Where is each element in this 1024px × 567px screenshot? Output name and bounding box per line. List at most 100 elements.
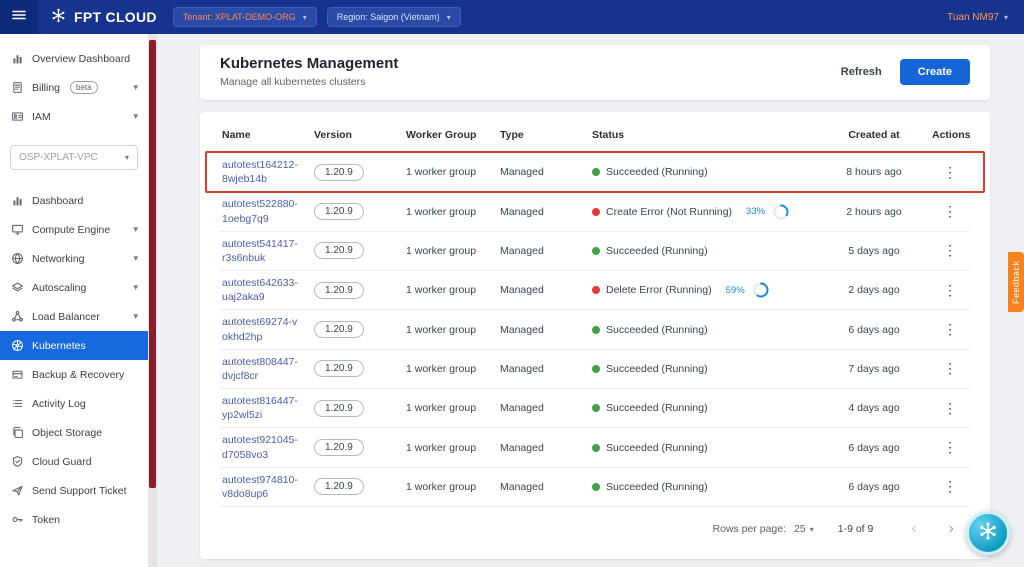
- sidebar-item-cloud-guard[interactable]: Cloud Guard: [0, 447, 148, 476]
- cell-created-at: 6 days ago: [818, 437, 930, 459]
- row-actions-button[interactable]: ⋮: [935, 401, 965, 415]
- cell-actions: ⋮: [930, 278, 970, 303]
- rows-per-page-value: 25: [794, 523, 806, 535]
- cluster-name-link[interactable]: autotest974810-v8do8up6: [222, 473, 310, 501]
- cell-actions: ⋮: [930, 317, 970, 342]
- vpc-select[interactable]: OSP-XPLAT-VPC ▾: [10, 145, 138, 170]
- cell-status: Create Error (Not Running)33%: [590, 199, 818, 225]
- cluster-name-link[interactable]: autotest921045-d7058vo3: [222, 433, 310, 461]
- rows-per-page-select[interactable]: 25 ▾: [794, 523, 814, 535]
- ai-assistant-button[interactable]: [966, 511, 1010, 555]
- cell-actions: ⋮: [930, 199, 970, 224]
- sidebar-item-object-storage[interactable]: Object Storage: [0, 418, 148, 447]
- sidebar-item-label: Overview Dashboard: [32, 53, 130, 65]
- feedback-tab[interactable]: Feedback: [1008, 252, 1024, 312]
- status-text: Succeeded (Running): [606, 324, 708, 336]
- cell-worker-group: 1 worker group: [404, 240, 498, 262]
- cell-version: 1.20.9: [312, 434, 404, 461]
- sidebar-item-billing[interactable]: Billingbeta▾: [0, 73, 148, 102]
- cell-name: autotest642633-uaj2aka9: [220, 271, 312, 309]
- row-actions-button[interactable]: ⋮: [935, 243, 965, 257]
- status-text: Succeeded (Running): [606, 442, 708, 454]
- receipt-icon: [10, 81, 24, 94]
- cluster-name-link[interactable]: autotest541417-r3s6nbuk: [222, 237, 310, 265]
- cell-type: Managed: [498, 161, 590, 183]
- scrollbar-thumb[interactable]: [149, 40, 156, 488]
- cell-status: Succeeded (Running): [590, 397, 818, 419]
- sidebar-item-overview-dashboard[interactable]: Overview Dashboard: [0, 44, 148, 73]
- cell-created-at: 6 days ago: [818, 319, 930, 341]
- page-title: Kubernetes Management: [220, 55, 398, 72]
- cell-status: Succeeded (Running): [590, 437, 818, 459]
- sidebar-item-autoscaling[interactable]: Autoscaling▾: [0, 273, 148, 302]
- column-header-type: Type: [498, 116, 590, 152]
- row-actions-button[interactable]: ⋮: [935, 322, 965, 336]
- cell-status: Succeeded (Running): [590, 240, 818, 262]
- cell-actions: ⋮: [930, 435, 970, 460]
- row-actions-button[interactable]: ⋮: [935, 165, 965, 179]
- row-actions-button[interactable]: ⋮: [935, 361, 965, 375]
- tenant-select[interactable]: Tenant: XPLAT-DEMO-ORG ▾: [173, 7, 317, 27]
- table-row: autotest808447-dvjcf8cr1.20.91 worker gr…: [220, 350, 970, 389]
- version-badge: 1.20.9: [314, 164, 364, 181]
- sidebar-item-send-support-ticket[interactable]: Send Support Ticket: [0, 476, 148, 505]
- create-button[interactable]: Create: [900, 59, 970, 85]
- sidebar-item-label: Dashboard: [32, 195, 83, 207]
- table-row: autotest69274-vokhd2hp1.20.91 worker gro…: [220, 310, 970, 349]
- sidebar-item-kubernetes[interactable]: Kubernetes: [0, 331, 148, 360]
- status-dot-icon: [592, 365, 600, 373]
- prev-page-button[interactable]: ‹: [899, 521, 928, 537]
- cluster-name-link[interactable]: autotest164212-8wjeb14b: [222, 158, 310, 186]
- menu-button[interactable]: [0, 0, 38, 34]
- activity-icon: [10, 397, 24, 410]
- refresh-button[interactable]: Refresh: [837, 60, 886, 84]
- column-header-name: Name: [220, 116, 312, 152]
- sidebar-item-backup-recovery[interactable]: Backup & Recovery: [0, 360, 148, 389]
- progress-ring-icon: [753, 282, 769, 298]
- fpt-logo-icon: [50, 7, 67, 27]
- cluster-name-link[interactable]: autotest808447-dvjcf8cr: [222, 355, 310, 383]
- row-actions-button[interactable]: ⋮: [935, 440, 965, 454]
- pagination-bar: Rows per page: 25 ▾ 1-9 of 9 ‹ ›: [220, 507, 970, 553]
- cell-status: Succeeded (Running): [590, 319, 818, 341]
- cell-type: Managed: [498, 279, 590, 301]
- sidebar-item-dashboard[interactable]: Dashboard: [0, 186, 148, 215]
- monitor-icon: [10, 223, 24, 236]
- table-body: autotest164212-8wjeb14b1.20.91 worker gr…: [220, 153, 970, 507]
- sidebar-scrollbar[interactable]: [148, 34, 157, 567]
- sidebar-item-iam[interactable]: IAM▾: [0, 102, 148, 131]
- cluster-name-link[interactable]: autotest522880-1oebg7q9: [222, 197, 310, 225]
- status-dot-icon: [592, 208, 600, 216]
- sidebar-item-label: Backup & Recovery: [32, 369, 124, 381]
- sidebar-top-list: Overview Dashboard Billingbeta▾IAM▾: [0, 34, 148, 131]
- next-page-button[interactable]: ›: [937, 521, 966, 537]
- status-dot-icon: [592, 483, 600, 491]
- cell-worker-group: 1 worker group: [404, 319, 498, 341]
- cell-status: Delete Error (Running)59%: [590, 277, 818, 303]
- sidebar-item-label: Load Balancer: [32, 311, 100, 323]
- cluster-name-link[interactable]: autotest69274-vokhd2hp: [222, 315, 310, 343]
- cluster-name-link[interactable]: autotest642633-uaj2aka9: [222, 276, 310, 304]
- main-content: Kubernetes Management Manage all kuberne…: [157, 34, 1024, 567]
- cell-actions: ⋮: [930, 160, 970, 185]
- sidebar-item-token[interactable]: Token: [0, 505, 148, 534]
- region-select[interactable]: Region: Saigon (Vietnam) ▾: [327, 7, 461, 27]
- sidebar: Overview Dashboard Billingbeta▾IAM▾ OSP-X…: [0, 34, 148, 567]
- clusters-table-card: NameVersionWorker GroupTypeStatusCreated…: [200, 112, 990, 559]
- sidebar-item-compute-engine[interactable]: Compute Engine▾: [0, 215, 148, 244]
- sidebar-item-load-balancer[interactable]: Load Balancer▾: [0, 302, 148, 331]
- table-row: autotest541417-r3s6nbuk1.20.91 worker gr…: [220, 232, 970, 271]
- row-actions-button[interactable]: ⋮: [935, 479, 965, 493]
- user-menu[interactable]: Tuan NM97 ▾: [947, 12, 1024, 23]
- sidebar-item-activity-log[interactable]: Activity Log: [0, 389, 148, 418]
- row-actions-button[interactable]: ⋮: [935, 204, 965, 218]
- sidebar-item-networking[interactable]: Networking▾: [0, 244, 148, 273]
- row-actions-button[interactable]: ⋮: [935, 283, 965, 297]
- version-badge: 1.20.9: [314, 282, 364, 299]
- cell-worker-group: 1 worker group: [404, 476, 498, 498]
- cluster-name-link[interactable]: autotest816447-yp2wl5zi: [222, 394, 310, 422]
- chevron-down-icon: ▾: [133, 82, 138, 93]
- table-row: autotest816447-yp2wl5zi1.20.91 worker gr…: [220, 389, 970, 428]
- send-icon: [10, 484, 24, 497]
- sidebar-item-label: Object Storage: [32, 427, 102, 439]
